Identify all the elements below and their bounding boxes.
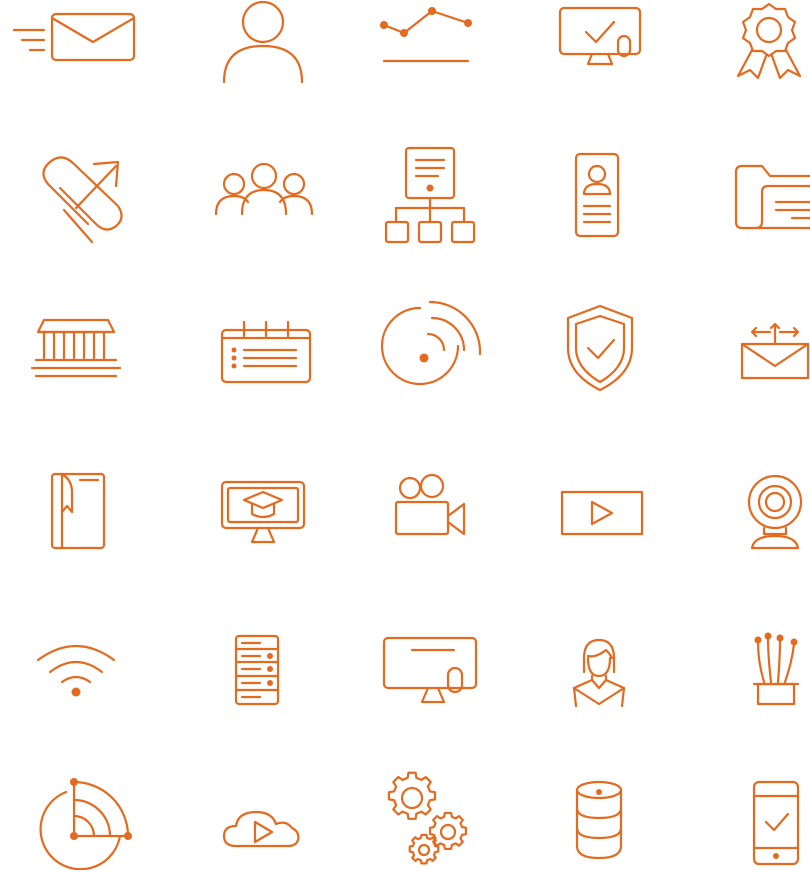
cloud-play-icon [222,810,302,850]
book-bookmark-icon [50,472,106,550]
icon-grid [0,0,810,870]
wifi-icon [36,640,116,698]
video-camera-icon [392,474,468,536]
fast-email-icon [12,10,138,66]
gears-icon [384,772,468,866]
fiber-optic-icon [752,632,800,706]
email-arrows-icon [740,318,810,380]
group-icon [214,162,314,218]
desktop-computer-icon [382,636,478,706]
online-education-icon [220,480,306,546]
monitor-check-icon [556,6,644,68]
id-card-icon [574,152,622,238]
database-icon [574,780,624,860]
paperclip-arrow-icon [36,150,126,246]
webcam-icon [744,474,806,550]
radar-signal-icon [380,298,484,378]
folder-document-icon [734,164,810,232]
calendar-list-icon [220,320,312,384]
shield-check-icon [566,304,634,392]
user-icon [220,0,306,84]
line-chart-icon [380,5,474,67]
server-rack-icon [234,634,280,706]
bank-building-icon [30,318,122,380]
support-agent-icon [566,636,632,708]
video-play-icon [556,488,646,538]
pie-chart-icon [40,778,134,868]
mobile-check-icon [752,780,800,866]
sitemap-server-icon [384,146,480,244]
award-badge-icon [728,0,810,80]
